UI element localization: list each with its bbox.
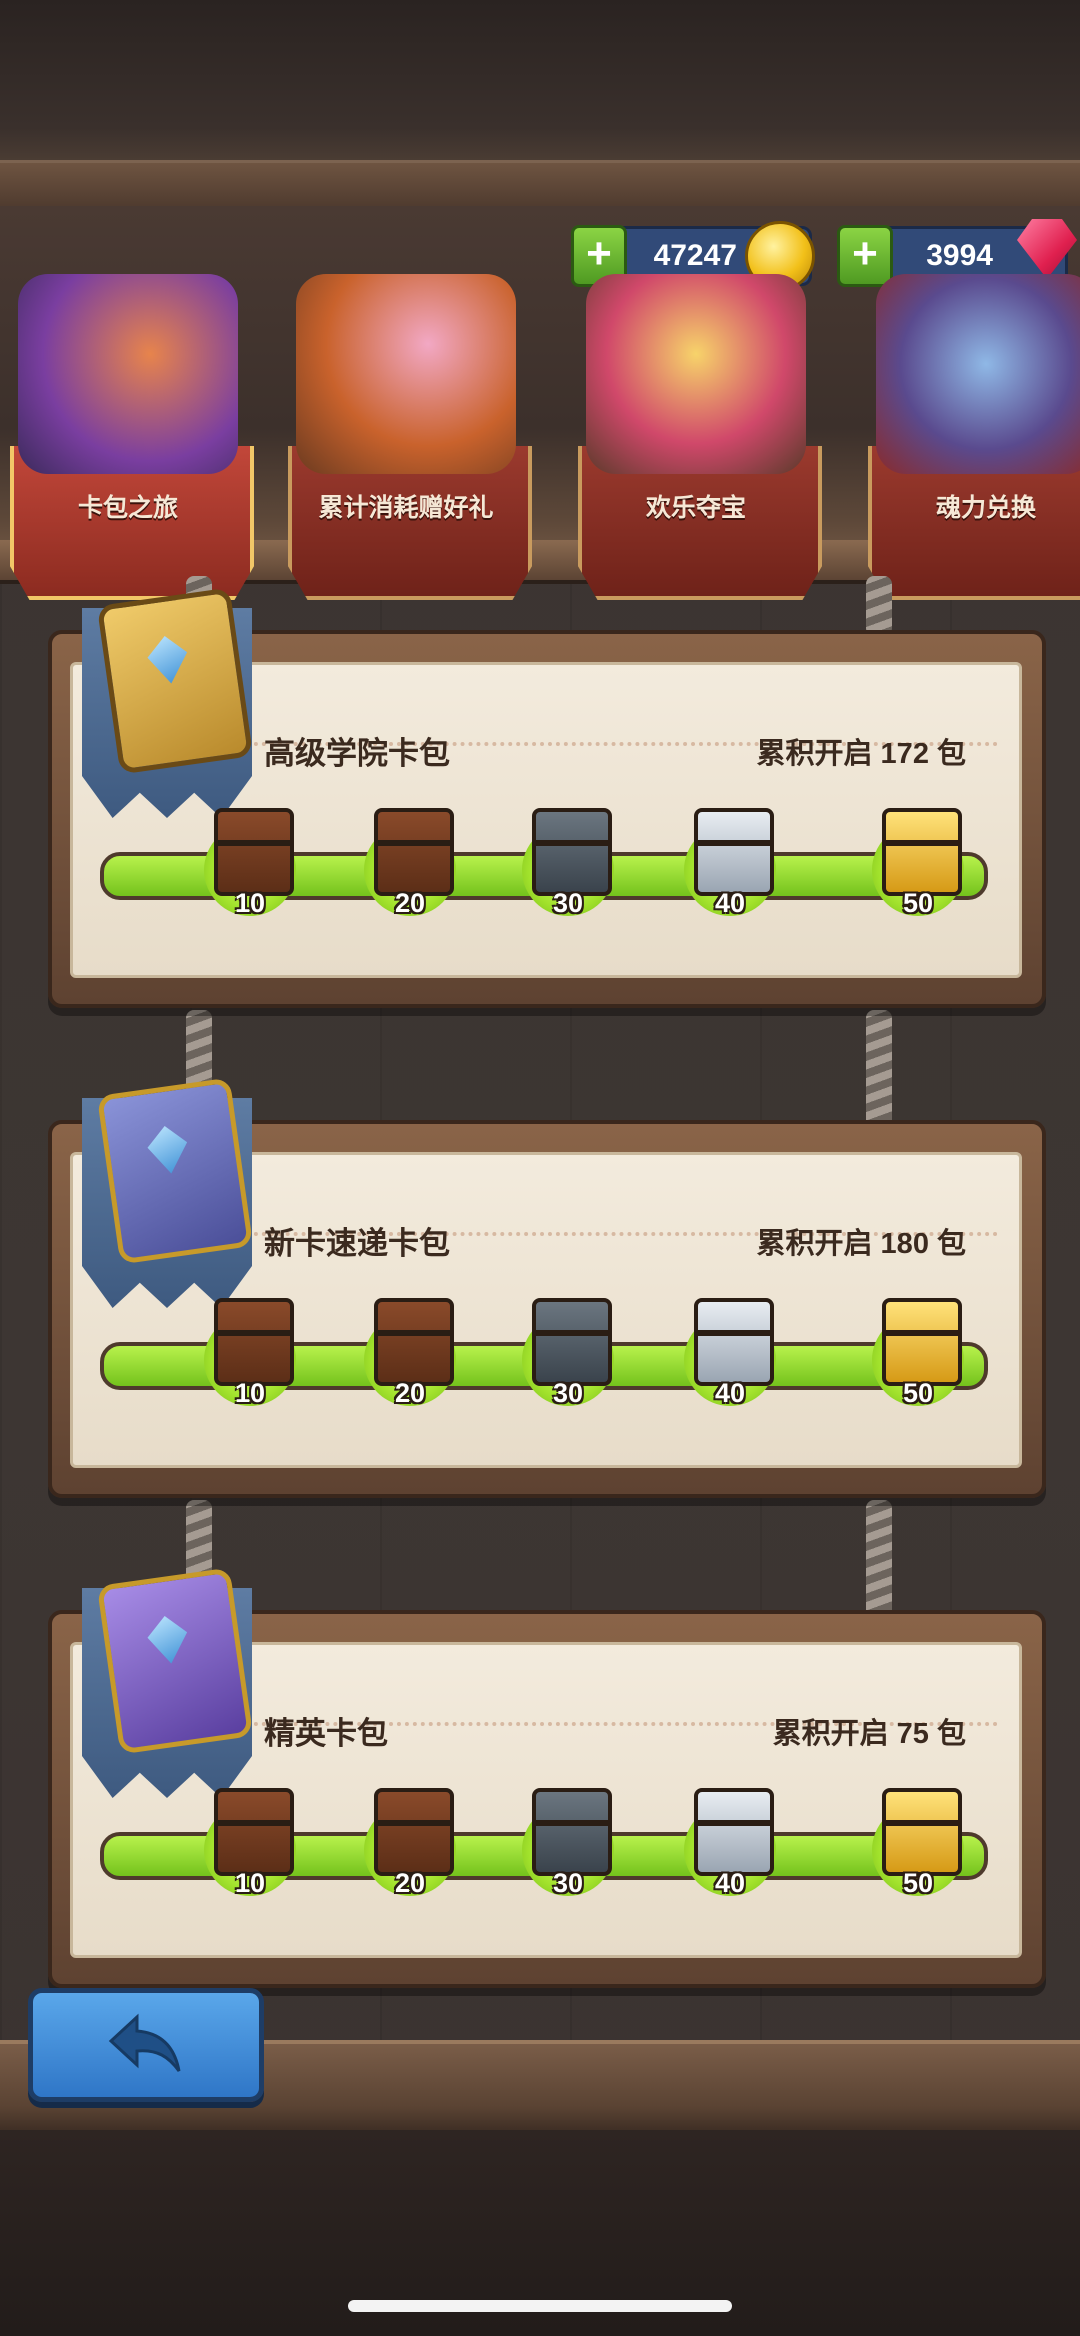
wooden-chest-icon <box>374 1788 454 1876</box>
card-pack-journey-icon <box>18 274 238 474</box>
golden-chest-icon <box>882 1788 962 1876</box>
milestone-chest-30[interactable]: 30 <box>518 808 618 928</box>
milestone-chest-10[interactable]: 10 <box>200 1788 300 1908</box>
wooden-chest-icon <box>214 1788 294 1876</box>
tab-label: 魂力兑换 <box>935 494 1036 522</box>
back-arrow-icon <box>108 2013 181 2072</box>
pack-card-advanced-academy: 高级学院卡包 累积开启 172 包 10 20 30 40 50 <box>48 587 1046 1008</box>
pack-open-count: 累积开启 180 包 <box>756 1228 967 1260</box>
golden-chest-icon <box>882 808 962 896</box>
golden-chest-icon <box>882 1298 962 1386</box>
silver-chest-icon <box>694 808 774 896</box>
pack-open-count: 累积开启 172 包 <box>756 738 967 770</box>
wooden-chest-icon <box>214 1298 294 1386</box>
iron-chest-icon <box>532 1298 612 1386</box>
pack-title: 高级学院卡包 <box>264 736 450 771</box>
pack-open-count: 累积开启 75 包 <box>772 1718 966 1750</box>
pack-title: 精英卡包 <box>264 1716 388 1751</box>
cumulative-gifts-icon <box>296 274 516 474</box>
tab-label: 卡包之旅 <box>77 494 178 522</box>
back-button[interactable] <box>28 1988 264 2102</box>
pack-card-new-card-express: 新卡速递卡包 累积开启 180 包 10 20 30 40 50 <box>48 1077 1046 1498</box>
milestone-chest-40[interactable]: 40 <box>680 1788 780 1908</box>
milestone-chest-50[interactable]: 50 <box>868 1788 968 1908</box>
milestone-chest-40[interactable]: 40 <box>680 808 780 928</box>
milestone-chest-50[interactable]: 50 <box>868 808 968 928</box>
home-indicator[interactable] <box>348 2300 732 2312</box>
milestone-chest-20[interactable]: 20 <box>360 808 460 928</box>
elite-pack-icon <box>96 1567 254 1755</box>
new-card-express-pack-icon <box>96 1077 254 1265</box>
milestone-chest-10[interactable]: 10 <box>200 1298 300 1418</box>
soul-exchange-icon <box>876 274 1080 474</box>
pack-card-elite: 精英卡包 累积开启 75 包 10 20 30 40 50 <box>48 1567 1046 1988</box>
tab-card-pack-journey[interactable]: 卡包之旅 <box>0 256 256 600</box>
silver-chest-icon <box>694 1298 774 1386</box>
milestone-chest-20[interactable]: 20 <box>360 1298 460 1418</box>
wooden-chest-icon <box>374 1298 454 1386</box>
tab-happy-treasure[interactable]: 欢乐夺宝 <box>568 256 824 600</box>
iron-chest-icon <box>532 808 612 896</box>
advanced-academy-pack-icon <box>96 587 254 775</box>
iron-chest-icon <box>532 1788 612 1876</box>
tab-label: 累计消耗赠好礼 <box>318 494 494 522</box>
tab-soul-exchange[interactable]: 魂力兑换 <box>858 256 1080 600</box>
wooden-chest-icon <box>374 808 454 896</box>
silver-chest-icon <box>694 1788 774 1876</box>
milestone-chest-50[interactable]: 50 <box>868 1298 968 1418</box>
top-beam <box>0 160 1080 212</box>
tab-label: 欢乐夺宝 <box>645 494 746 522</box>
milestone-chest-30[interactable]: 30 <box>518 1788 618 1908</box>
top-panel <box>0 0 1080 160</box>
wooden-chest-icon <box>214 808 294 896</box>
treasure-gifts-icon <box>586 274 806 474</box>
milestone-chest-40[interactable]: 40 <box>680 1298 780 1418</box>
milestone-chest-10[interactable]: 10 <box>200 808 300 928</box>
milestone-chest-20[interactable]: 20 <box>360 1788 460 1908</box>
milestone-chest-30[interactable]: 30 <box>518 1298 618 1418</box>
tab-cumulative-gifts[interactable]: 累计消耗赠好礼 <box>278 256 534 600</box>
pack-title: 新卡速递卡包 <box>264 1226 450 1261</box>
